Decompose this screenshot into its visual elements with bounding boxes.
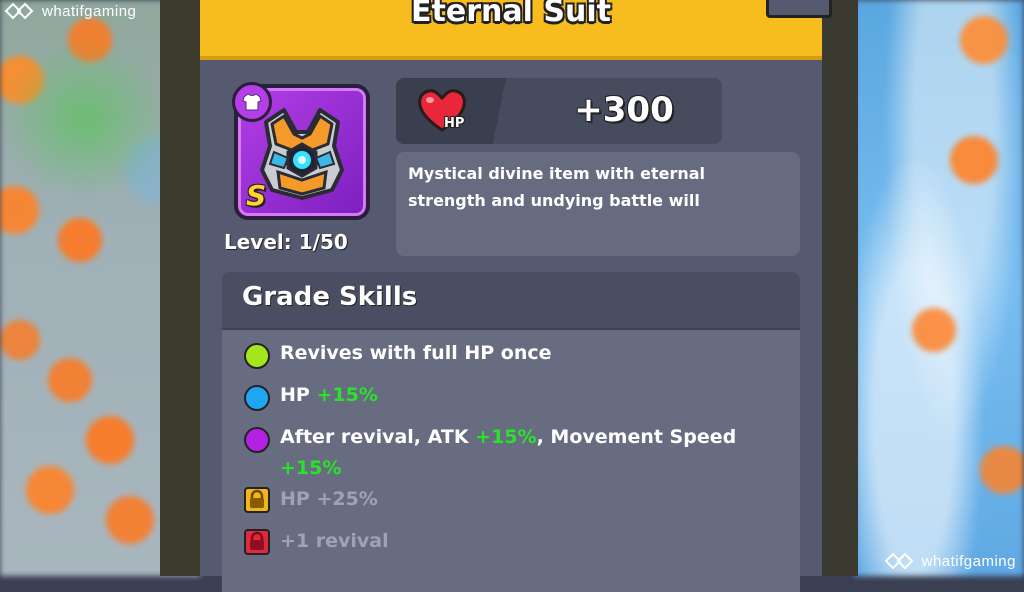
panel-shadow-left	[160, 0, 200, 576]
skill-row: Revives with full HP once	[244, 342, 552, 369]
hp-stat-value: +300	[574, 90, 674, 130]
item-title: Eternal Suit	[411, 0, 611, 29]
blue-dot-icon	[244, 385, 270, 411]
skill-row: After revival, ATK +15%, Movement Speed +…	[244, 426, 736, 484]
purple-dot-icon	[244, 427, 270, 453]
watermark-top-left: whatifgaming	[4, 2, 136, 20]
skill-row-locked: HP +25%	[244, 487, 378, 515]
description-box: Mystical divine item with eternal streng…	[396, 152, 800, 256]
grade-skills-section: Grade Skills Revives with full HP once H…	[222, 272, 800, 592]
watermark-text: whatifgaming	[42, 2, 137, 20]
watermark-bottom-right: whatifgaming	[884, 552, 1016, 570]
grade-skills-title: Grade Skills	[242, 282, 418, 312]
skill-text: HP	[280, 384, 317, 406]
whatifgaming-logo-icon	[4, 2, 34, 20]
hp-stat-box: HP +300	[396, 78, 722, 144]
skill-bonus: +15%	[316, 384, 378, 406]
item-description: Mystical divine item with eternal streng…	[408, 164, 706, 210]
skill-text: After revival, ATK	[280, 426, 476, 448]
grade-skills-header: Grade Skills	[222, 272, 800, 330]
whatifgaming-logo-icon	[884, 552, 914, 570]
skill-text: HP +25%	[280, 488, 378, 510]
skill-text: , Movement Speed	[536, 426, 737, 448]
watermark-text: whatifgaming	[921, 552, 1016, 570]
skill-text: Revives with full HP once	[280, 342, 552, 364]
skill-bonus: +15%	[475, 426, 537, 448]
item-icon-frame: S	[232, 82, 370, 220]
hp-icon-label: HP	[444, 116, 465, 131]
item-level: Level: 1/50	[224, 230, 348, 254]
green-dot-icon	[244, 343, 270, 369]
grade-letter: S	[246, 179, 267, 212]
panel-header: Eternal Suit	[200, 0, 832, 60]
lock-icon	[244, 529, 270, 555]
skill-text: +1 revival	[280, 530, 389, 552]
skill-bonus: +15%	[280, 457, 342, 479]
lock-icon	[244, 487, 270, 513]
panel-shadow-right	[822, 0, 858, 576]
skill-row-locked: +1 revival	[244, 529, 389, 557]
skill-row: HP +15%	[244, 384, 378, 411]
game-background-right	[854, 0, 1024, 576]
item-detail-panel: Eternal Suit S Level: 1/50 HP +300 Mysti…	[200, 0, 832, 592]
